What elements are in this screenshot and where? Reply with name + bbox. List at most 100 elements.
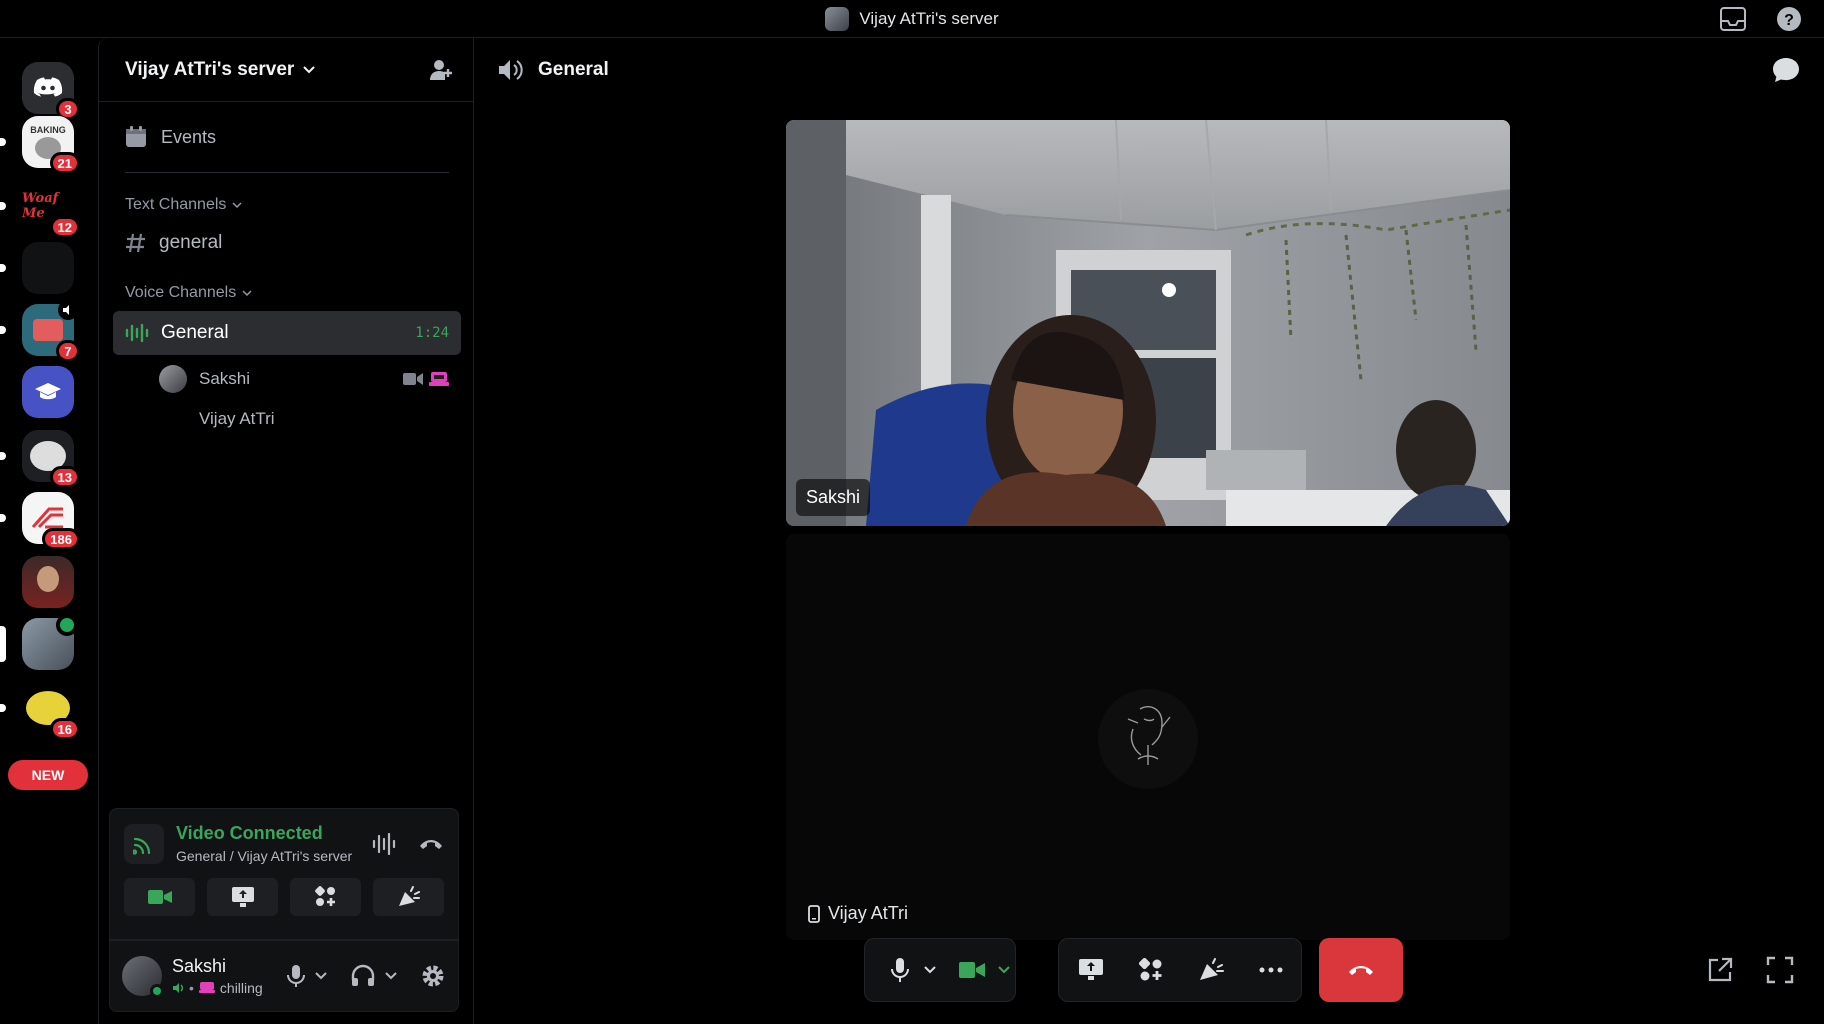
window-title: Vijay AtTri's server	[859, 9, 999, 28]
camera-icon	[147, 890, 172, 904]
connection-status[interactable]: Video Connected	[176, 823, 352, 844]
soundboard-button[interactable]	[1181, 946, 1241, 994]
window-title-area: Vijay AtTri's server	[0, 0, 1824, 38]
disconnect-icon[interactable]	[418, 837, 444, 851]
voice-call-area: General Sakshi Vijay AtTri	[474, 38, 1824, 1024]
screen-share-button[interactable]	[207, 878, 278, 916]
chevron-down-icon[interactable]	[384, 971, 398, 981]
camera-icon	[959, 962, 986, 978]
screen-share-button[interactable]	[1061, 946, 1121, 994]
settings-gear-icon[interactable]	[420, 963, 446, 989]
user-panel: Sakshi • chilling	[109, 940, 459, 1012]
participant-name-tag: Vijay AtTri	[808, 903, 908, 924]
hashtag-icon	[126, 233, 145, 253]
user-avatar[interactable]	[122, 956, 164, 998]
voice-member-vijay[interactable]: Vijay AtTri	[159, 399, 449, 439]
chevron-down-icon	[232, 202, 242, 209]
notification-badge: 16	[49, 718, 80, 740]
microphone-options-button[interactable]	[920, 946, 941, 994]
server-icon-strike[interactable]: 13	[0, 430, 80, 488]
activity-icon	[198, 982, 215, 993]
unread-pip	[0, 514, 6, 522]
invite-user-icon[interactable]	[429, 58, 453, 82]
category-voice-channels[interactable]: Voice Channels	[125, 281, 473, 305]
camera-toggle-button[interactable]	[124, 878, 195, 916]
notification-badge: 12	[49, 216, 80, 238]
unread-pip	[0, 452, 6, 460]
soundboard-button[interactable]	[373, 878, 444, 916]
connection-location[interactable]: General / Vijay AtTri's server	[176, 848, 352, 864]
server-icon-woaf[interactable]: Woaf Me 12	[0, 180, 80, 238]
channel-label: General	[161, 322, 229, 343]
fullscreen-button[interactable]	[1764, 954, 1796, 986]
activity-icon	[429, 372, 449, 386]
notification-badge: 186	[42, 528, 80, 550]
activities-button[interactable]	[290, 878, 361, 916]
chat-bubble-icon[interactable]	[1772, 57, 1800, 83]
inbox-icon[interactable]	[1718, 4, 1748, 34]
hang-up-button[interactable]	[1319, 938, 1403, 1002]
events-item[interactable]: Events	[125, 116, 449, 158]
voice-member-sakshi[interactable]: Sakshi	[159, 359, 449, 399]
more-options-button[interactable]	[1241, 946, 1301, 994]
channel-general-voice[interactable]: General 1:24	[113, 311, 461, 355]
discord-logo-icon	[33, 77, 63, 97]
connection-signal-icon[interactable]	[124, 823, 164, 864]
chevron-down-icon	[998, 966, 1011, 974]
activities-button[interactable]	[1121, 946, 1181, 994]
server-header[interactable]: Vijay AtTri's server	[99, 38, 473, 102]
avatar	[159, 405, 187, 433]
sketch-avatar-icon	[1127, 705, 1171, 765]
channel-title: General	[538, 59, 609, 80]
pop-out-button[interactable]	[1704, 954, 1736, 986]
voice-activity-icon	[125, 323, 149, 343]
noise-suppression-icon[interactable]	[372, 832, 396, 855]
member-name: Vijay AtTri	[199, 409, 275, 428]
user-name[interactable]: Sakshi	[172, 956, 263, 977]
speaker-icon	[499, 60, 523, 80]
video-tile-vijay[interactable]: Vijay AtTri	[786, 534, 1510, 940]
graduation-cap-icon	[35, 383, 61, 400]
camera-button[interactable]	[951, 946, 994, 994]
help-icon[interactable]: ?	[1774, 4, 1804, 34]
audio-video-controls	[864, 938, 1016, 1002]
new-unreads-pill[interactable]: NEW	[8, 760, 88, 790]
microphone-icon[interactable]	[286, 964, 306, 988]
speaking-icon	[173, 983, 183, 993]
category-text-channels[interactable]: Text Channels	[125, 193, 473, 217]
microphone-icon	[891, 958, 910, 982]
video-tile-sakshi[interactable]: Sakshi	[786, 120, 1510, 526]
call-timer: 1:24	[415, 325, 449, 341]
home-button[interactable]: 3	[22, 62, 80, 120]
server-icon-couple[interactable]	[0, 614, 78, 670]
server-icon-education[interactable]	[22, 366, 74, 418]
speaker-icon	[58, 300, 78, 320]
screen-share-icon	[1079, 959, 1103, 980]
camera-options-button[interactable]	[994, 946, 1015, 994]
participant-avatar	[1098, 689, 1198, 789]
channel-header: General	[474, 38, 1824, 102]
headphones-icon[interactable]	[350, 964, 376, 988]
participant-name: Vijay AtTri	[828, 903, 909, 923]
call-feature-controls	[1058, 938, 1302, 1002]
more-dots-icon	[1259, 967, 1283, 973]
user-status-text: chilling	[219, 980, 263, 996]
server-icon-pepe[interactable]: 16	[0, 682, 80, 740]
server-avatar	[825, 7, 850, 31]
chevron-down-icon[interactable]	[314, 971, 328, 981]
pop-out-icon	[1708, 957, 1733, 982]
server-icon-voice-active[interactable]: 7	[0, 300, 80, 362]
mobile-phone-icon	[808, 904, 820, 923]
activities-icon	[314, 886, 335, 906]
screen-share-icon	[231, 887, 254, 907]
participant-name-tag: Sakshi	[796, 479, 871, 516]
server-icon-portrait[interactable]	[22, 556, 74, 608]
title-bar: Vijay AtTri's server ?	[0, 0, 1824, 38]
channel-general-text[interactable]: general	[113, 223, 461, 263]
divider	[125, 172, 449, 173]
unread-pip	[0, 202, 6, 210]
server-icon-blank[interactable]	[0, 242, 74, 294]
server-icon-baking[interactable]: BAKING 21	[0, 116, 80, 174]
server-icon-red-logo[interactable]: 186	[0, 492, 80, 550]
microphone-button[interactable]	[881, 946, 920, 994]
